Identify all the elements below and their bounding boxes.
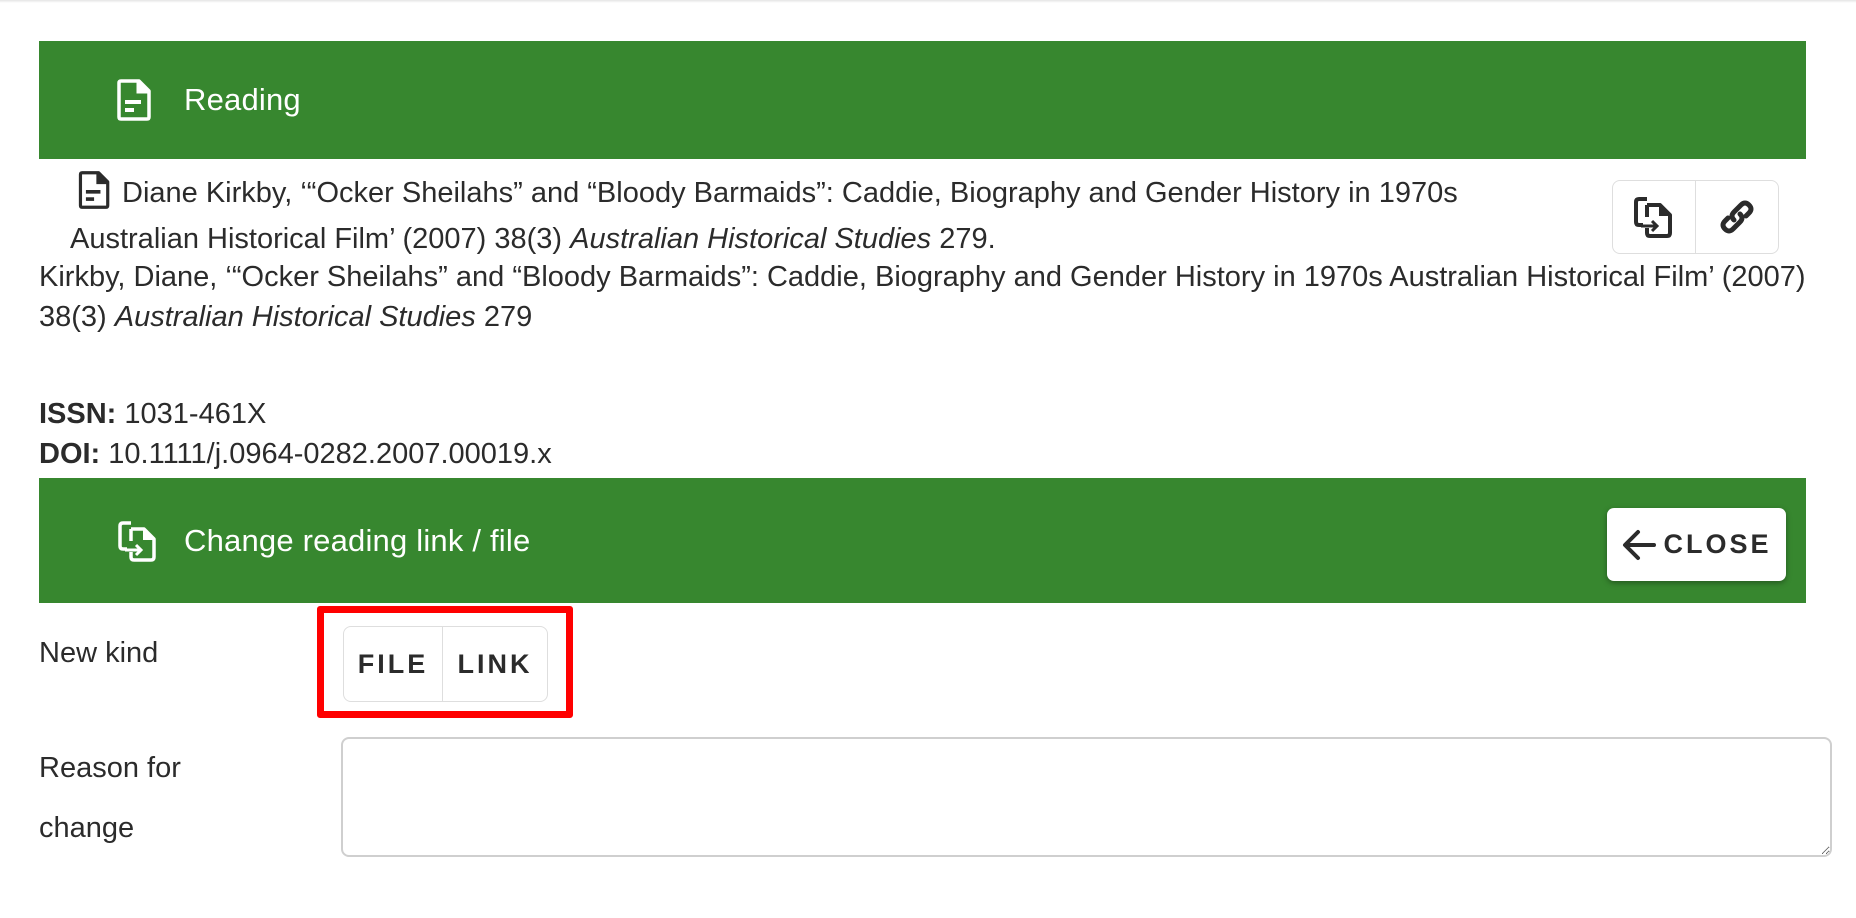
kind-toggle-group: FILE LINK [343, 626, 548, 702]
issn: ISSN: 1031-461X [39, 398, 266, 431]
kind-link-button[interactable]: LINK [442, 627, 547, 701]
reason-input[interactable] [341, 737, 1832, 857]
reason-label: Reason for change [39, 752, 181, 844]
file-document-icon [78, 171, 110, 209]
doi-label: DOI: [39, 438, 101, 470]
citation-full: Kirkby, Diane, ‘“Ocker Sheilahs” and “Bl… [39, 257, 1819, 337]
file-replace-icon [118, 520, 156, 562]
change-reading-title: Change reading link / file [184, 522, 531, 558]
arrow-left-icon [1623, 529, 1657, 560]
kind-file-button[interactable]: FILE [344, 627, 442, 701]
issn-value: 1031-461X [116, 398, 267, 430]
issn-label: ISSN: [39, 398, 117, 430]
doi-value: 10.1111/j.0964-0282.2007.00019.x [100, 438, 552, 470]
reading-header: Reading [39, 41, 1806, 159]
change-file-button[interactable] [1613, 181, 1695, 253]
file-replace-icon [1634, 197, 1672, 238]
citation-short-journal: Australian Historical Studies [570, 223, 932, 255]
top-divider [0, 0, 1856, 3]
file-document-icon [117, 79, 151, 121]
link-button[interactable] [1695, 181, 1778, 253]
close-label: CLOSE [1663, 529, 1772, 559]
citation-short: Diane Kirkby, ‘“Ocker Sheilahs” and “Blo… [70, 170, 1570, 262]
doi: DOI: 10.1111/j.0964-0282.2007.00019.x [39, 438, 552, 471]
close-button[interactable]: CLOSE [1607, 508, 1786, 581]
link-icon [1720, 200, 1754, 234]
new-kind-label: New kind [39, 637, 159, 669]
citation-full-journal: Australian Historical Studies [114, 301, 476, 333]
change-reading-header: Change reading link / file [39, 478, 1806, 603]
citation-short-pages: 279. [931, 223, 996, 255]
reading-actions [1612, 180, 1779, 254]
citation-full-pages: 279 [475, 301, 533, 333]
reading-title: Reading [184, 82, 301, 117]
